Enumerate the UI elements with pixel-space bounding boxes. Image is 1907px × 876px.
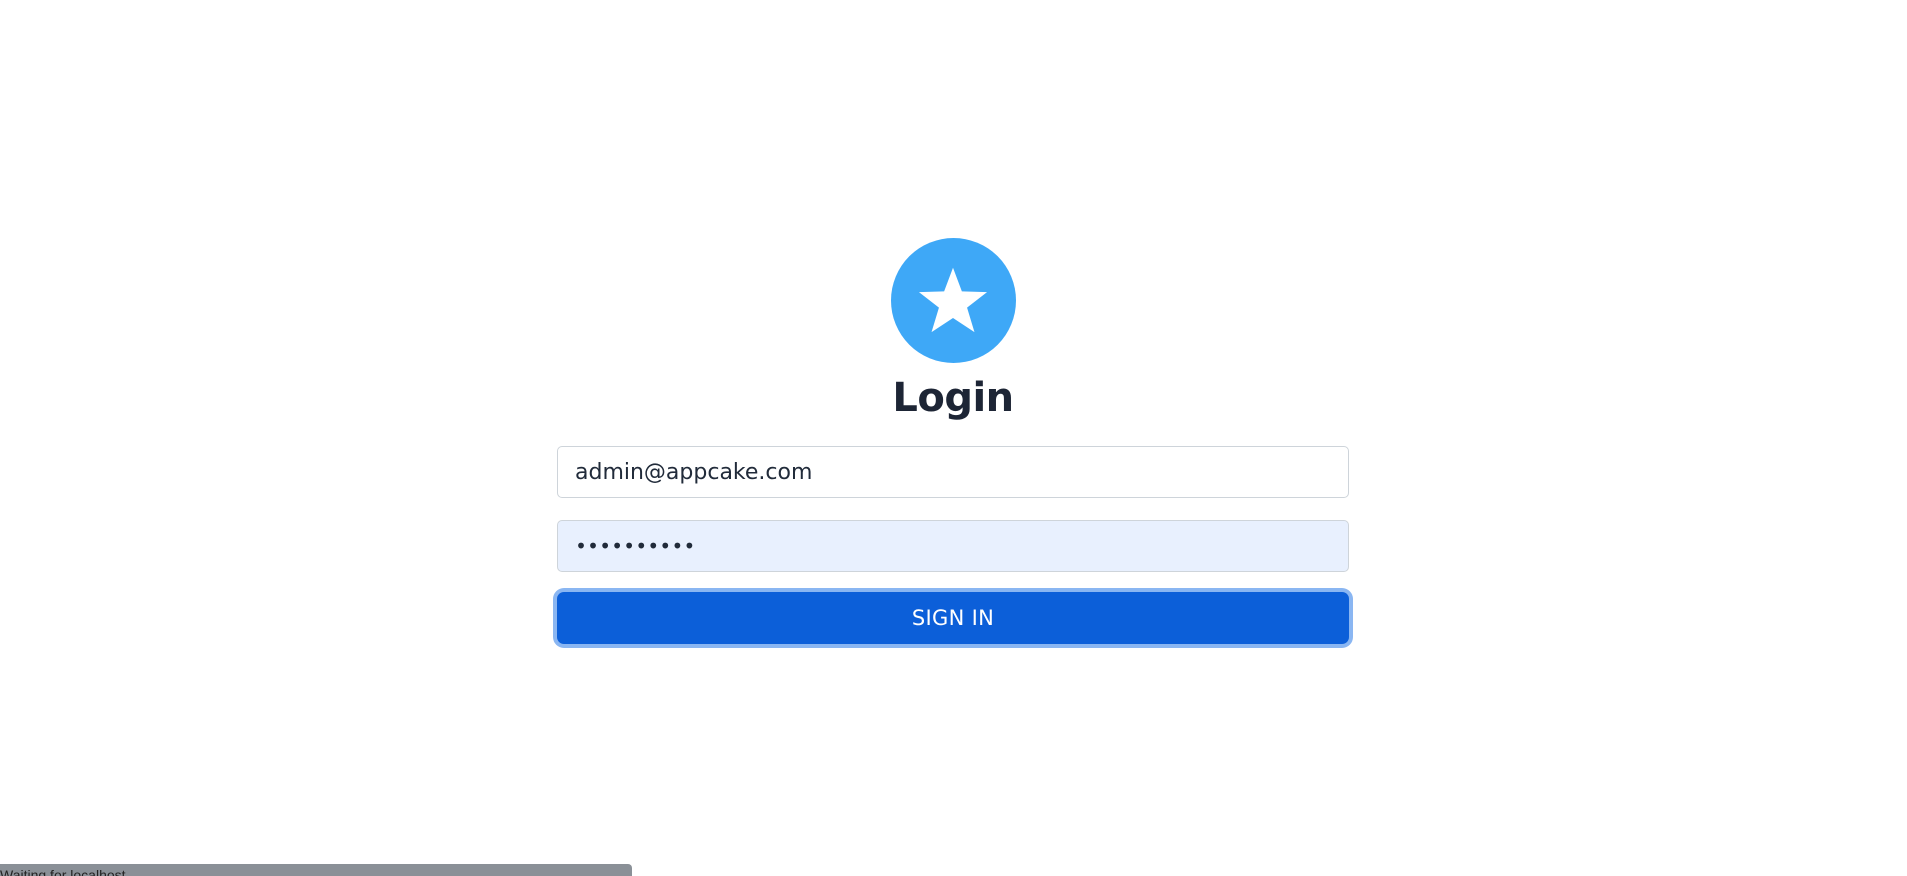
email-field[interactable] [557,446,1349,498]
logo-badge [890,238,1016,363]
sign-in-button[interactable]: SIGN IN [557,592,1349,644]
status-text: Waiting for localhost... [0,867,138,876]
password-field[interactable] [557,520,1349,572]
login-form: Login SIGN IN [557,238,1349,644]
login-page: Login SIGN IN Waiting for localhost... [0,0,1907,876]
star-icon [918,267,988,332]
page-title: Login [892,375,1014,421]
browser-status-bar: Waiting for localhost... [0,864,632,876]
